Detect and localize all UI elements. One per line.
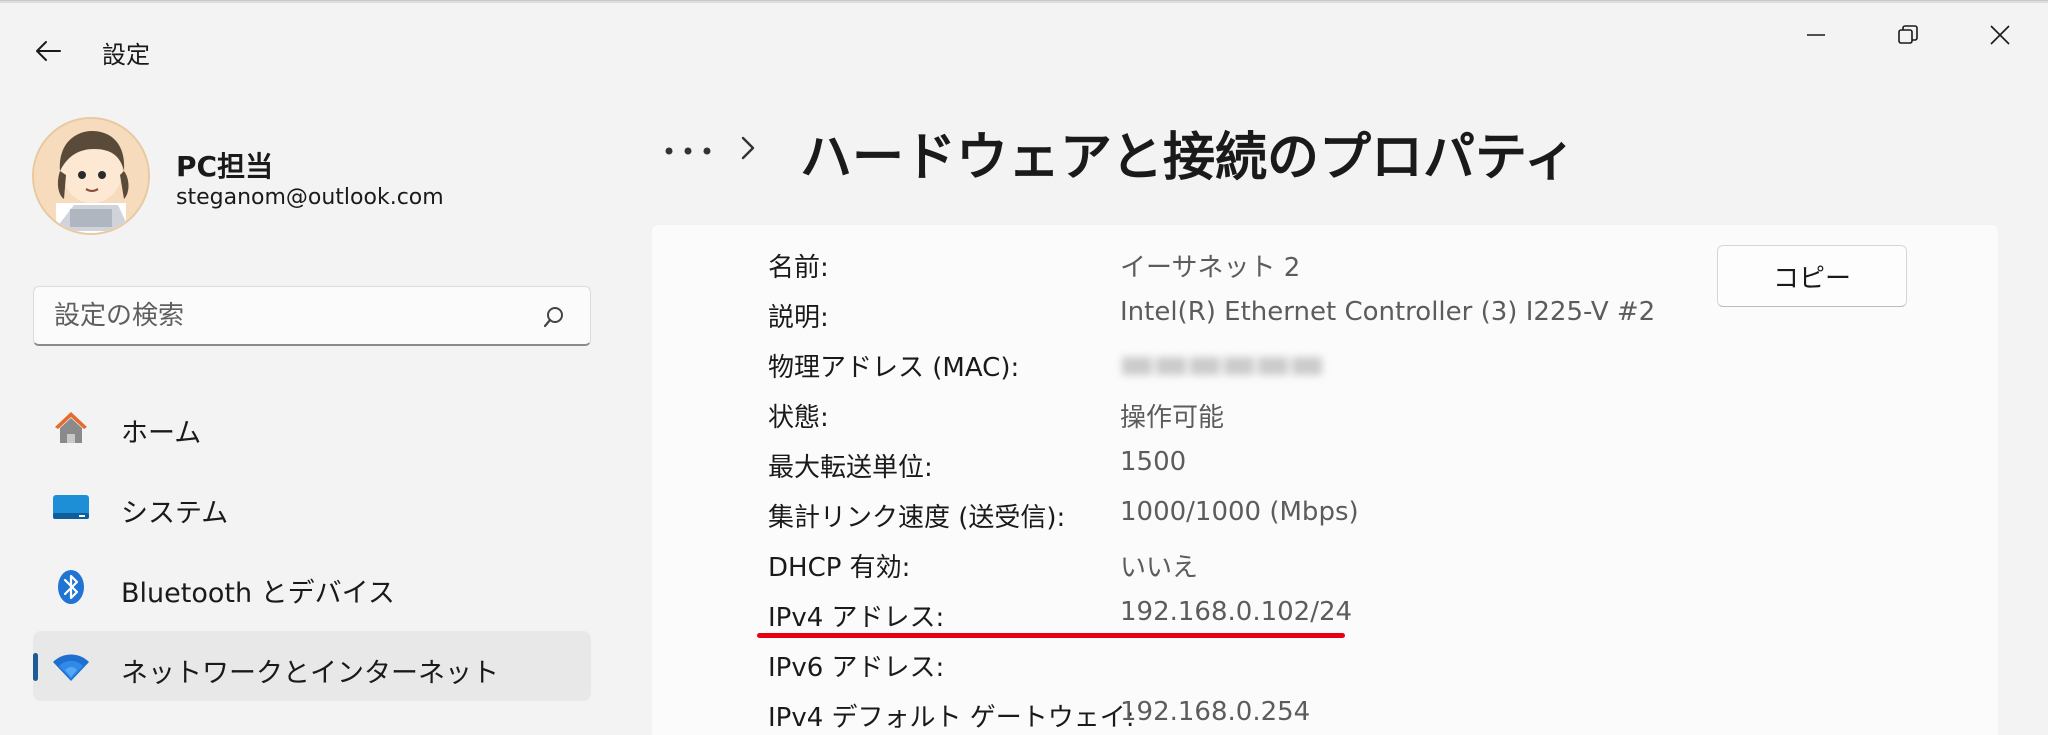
- property-label: 物理アドレス (MAC):: [768, 353, 1020, 383]
- sidebar-item-label: Bluetooth とデバイス: [121, 578, 395, 609]
- sidebar-item-label: ホーム: [121, 418, 202, 449]
- title-bar: 設定: [0, 1, 2048, 101]
- avatar[interactable]: [32, 117, 150, 235]
- sidebar-item-label: ネットワークとインターネット: [121, 658, 499, 689]
- property-value: Intel(R) Ethernet Controller (3) I225-V …: [1120, 297, 1656, 327]
- restore-icon: [1898, 25, 1918, 44]
- highlight-underline: [757, 633, 1345, 638]
- property-value: 192.168.0.254: [1120, 697, 1311, 727]
- property-label: IPv6 アドレス:: [768, 653, 945, 683]
- property-row-mtu: 最大転送単位: 1500: [652, 439, 1998, 489]
- property-row-ipv4: IPv4 アドレス: 192.168.0.102/24: [652, 589, 1998, 639]
- property-row-ipv6: IPv6 アドレス:: [652, 639, 1998, 689]
- chevron-right-icon: [741, 136, 755, 160]
- property-row-status: 状態: 操作可能: [652, 389, 1998, 439]
- restore-button[interactable]: [1878, 15, 1938, 55]
- more-dots-icon: [665, 147, 711, 155]
- minimize-button[interactable]: [1786, 15, 1846, 55]
- sidebar-item-home[interactable]: ホーム: [33, 391, 591, 461]
- sidebar-item-label: システム: [121, 498, 229, 529]
- property-row-name: 名前: イーサネット 2: [652, 239, 1998, 289]
- back-arrow-icon: [36, 41, 61, 61]
- settings-window: 設定 PC担当 steganom@outlook.com 設定の検索 ホーム シ…: [0, 0, 2048, 735]
- profile-email: steganom@outlook.com: [176, 185, 444, 210]
- profile-name: PC担当: [176, 150, 274, 183]
- sidebar-item-bluetooth[interactable]: Bluetooth とデバイス: [33, 551, 591, 621]
- user-profile: PC担当 steganom@outlook.com: [32, 117, 612, 239]
- system-icon: [53, 495, 89, 519]
- property-value: 1500: [1120, 447, 1187, 477]
- property-label: DHCP 有効:: [768, 553, 911, 583]
- properties-panel: コピー 名前: イーサネット 2 説明: Intel(R) Ethernet C…: [652, 225, 1998, 735]
- property-row-description: 説明: Intel(R) Ethernet Controller (3) I22…: [652, 289, 1998, 339]
- settings-search-box[interactable]: [33, 286, 591, 346]
- close-icon: [1990, 25, 2010, 45]
- property-row-ipv4-gateway: IPv4 デフォルト ゲートウェイ: 192.168.0.254: [652, 689, 1998, 735]
- property-value: 操作可能: [1120, 403, 1225, 433]
- property-label: 説明:: [768, 303, 829, 333]
- minimize-icon: [1807, 34, 1825, 36]
- app-title: 設定: [102, 41, 150, 69]
- property-value: イーサネット 2: [1120, 253, 1301, 283]
- property-label: 名前:: [768, 253, 829, 283]
- property-label: 最大転送単位:: [768, 453, 933, 483]
- page-title: ハードウェアと接続のプロパティ: [800, 128, 1576, 188]
- property-label: 状態:: [768, 403, 829, 433]
- property-value: いいえ: [1120, 553, 1199, 583]
- property-value: 1000/1000 (Mbps): [1120, 497, 1359, 527]
- selection-indicator: [33, 653, 38, 681]
- property-label: 集計リンク速度 (送受信):: [768, 503, 1066, 533]
- wifi-icon: [53, 654, 89, 681]
- back-button[interactable]: [28, 31, 68, 71]
- close-button[interactable]: [1970, 15, 2030, 55]
- property-label: IPv4 デフォルト ゲートウェイ:: [768, 703, 1135, 733]
- sidebar-item-network[interactable]: ネットワークとインターネット: [33, 631, 591, 701]
- bluetooth-icon: [58, 570, 84, 604]
- home-icon: [55, 412, 87, 443]
- search-input[interactable]: [54, 297, 524, 335]
- avatar-illustration-icon: [34, 119, 148, 233]
- sidebar-item-system[interactable]: システム: [33, 471, 591, 541]
- search-icon[interactable]: [542, 304, 568, 330]
- property-label: IPv4 アドレス:: [768, 603, 945, 633]
- property-row-dhcp: DHCP 有効: いいえ: [652, 539, 1998, 589]
- redacted-mac-address: [1122, 351, 1342, 381]
- property-value: 192.168.0.102/24: [1120, 597, 1353, 627]
- property-row-link-speed: 集計リンク速度 (送受信): 1000/1000 (Mbps): [652, 489, 1998, 539]
- breadcrumb-more-button[interactable]: [660, 133, 716, 169]
- property-row-mac: 物理アドレス (MAC):: [652, 339, 1998, 389]
